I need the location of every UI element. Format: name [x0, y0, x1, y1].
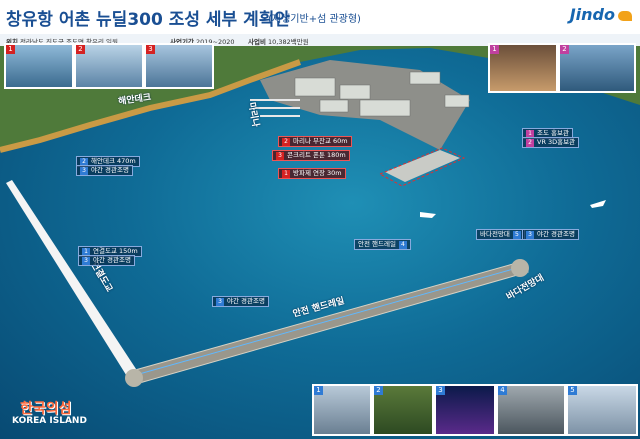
night-light-tag: 3 야간 경관조명 — [76, 165, 133, 176]
sea-view-deck-end — [511, 259, 529, 277]
photo-bottom-4: 4 — [496, 384, 566, 436]
photo-bottom-1: 1 — [312, 384, 372, 436]
pontoon-tag: 3 콘크리트 폰툰 180m — [272, 150, 350, 161]
photo-top-3: 3 — [144, 43, 214, 89]
rail-tag: 안전 핸드레일 4 — [354, 239, 411, 250]
view-tag: 바다전망대 5 — [476, 229, 525, 240]
safety-rail-breakwater — [127, 261, 529, 385]
photo-vr-hall: 2 — [558, 43, 636, 93]
photo-top-2: 2 — [74, 43, 144, 89]
rail-light-line — [131, 265, 525, 377]
photo-bottom-2: 2 — [372, 384, 434, 436]
marina-pier-tag: 2 마리나 부잔교 60m — [278, 136, 352, 147]
night-light-tag: 3 야간 경관조명 — [78, 255, 135, 266]
boat-icon — [590, 200, 606, 208]
night-light-tag: 3 야간 경관조명 — [212, 296, 269, 307]
photo-top-1: 1 — [4, 43, 74, 89]
photo-bottom-5: 5 — [566, 384, 638, 436]
breakwater-end — [125, 369, 143, 387]
boat-icon — [420, 212, 436, 218]
night-light-tag: 3 야간 경관조명 — [522, 229, 579, 240]
photo-bottom-3: 3 — [434, 384, 496, 436]
brand-english: KOREA ISLAND — [12, 416, 87, 426]
brand-korean: 한국의섬 — [20, 401, 72, 417]
connecting-bridge — [6, 180, 138, 378]
breakwater-ext-tag: 1 방파제 연장 30m — [278, 168, 346, 179]
photo-promo-hall: 1 — [488, 43, 558, 93]
master-plan-poster: 창유항 어촌 뉴딜300 조성 세부 계획안 (재생기반+섬 관광형) Jind… — [0, 0, 640, 439]
vr-hall-tag: 2 VR 3D홍보관 — [522, 137, 580, 148]
